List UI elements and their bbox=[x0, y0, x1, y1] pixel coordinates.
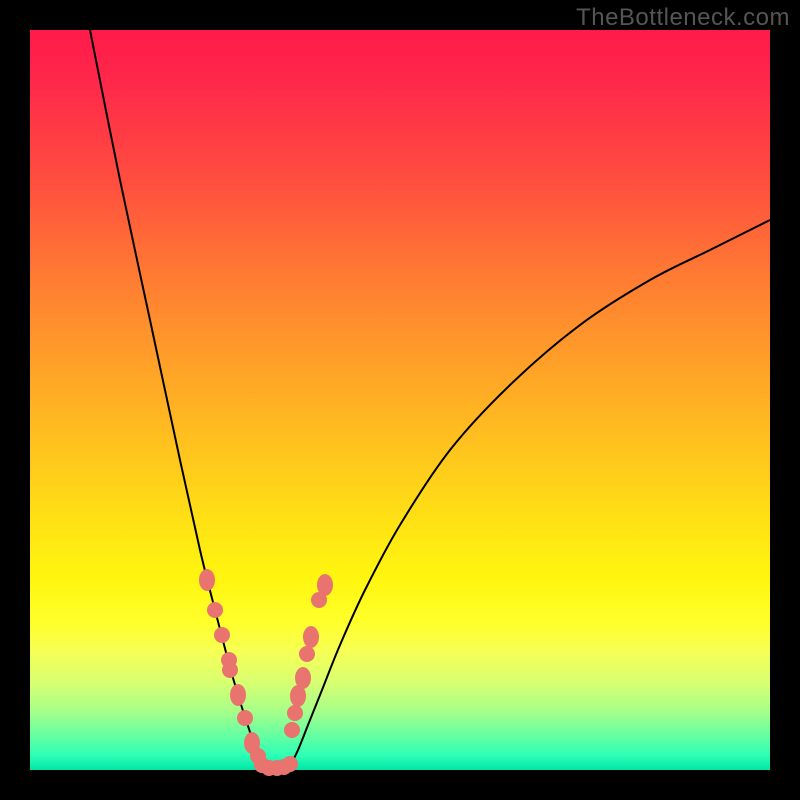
data-dot bbox=[287, 705, 303, 721]
data-dot bbox=[311, 592, 327, 608]
plot-area bbox=[30, 30, 770, 770]
data-dot bbox=[299, 646, 315, 662]
data-dot bbox=[284, 722, 300, 738]
data-dot bbox=[207, 602, 223, 618]
data-dots bbox=[199, 569, 333, 776]
left-curve bbox=[90, 30, 263, 766]
data-dot bbox=[303, 626, 319, 648]
data-dot bbox=[290, 685, 306, 707]
data-dot bbox=[230, 684, 246, 706]
data-dot bbox=[282, 756, 298, 772]
data-dot bbox=[199, 569, 215, 591]
chart-frame: TheBottleneck.com bbox=[0, 0, 800, 800]
curve-svg bbox=[30, 30, 770, 770]
data-dot bbox=[222, 662, 238, 678]
data-dot bbox=[214, 627, 230, 643]
watermark-text: TheBottleneck.com bbox=[576, 4, 790, 32]
data-dot bbox=[237, 710, 253, 726]
right-curve bbox=[290, 220, 770, 766]
